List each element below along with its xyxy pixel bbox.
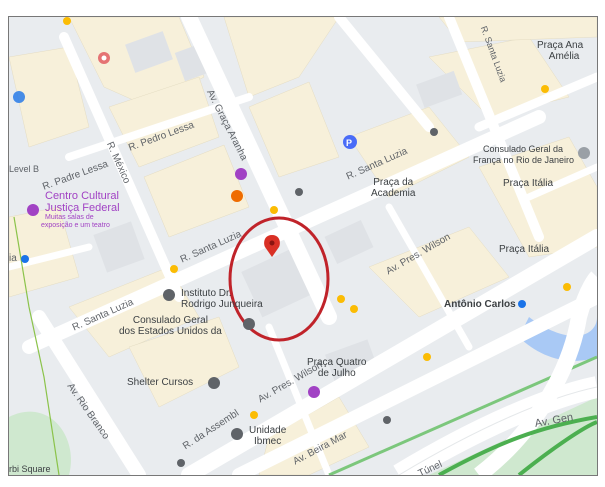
bus-stop-icon <box>518 300 526 308</box>
place-antonio-carlos[interactable]: Antônio Carlos <box>444 299 516 310</box>
label-edge-ia: ia <box>9 253 17 264</box>
stop-icon-3 <box>337 295 345 303</box>
place-praca-italia-1[interactable]: Praça Itália <box>503 178 553 189</box>
place-ibmec-line2: Ibmec <box>254 436 282 447</box>
place-ibmec-line1: Unidade <box>249 425 287 436</box>
transit-icon <box>13 91 25 103</box>
place-consulado-franca-line2: França no Rio de Janeiro <box>473 155 575 165</box>
place-praca-da-academia-line1: Praça da <box>373 177 414 188</box>
place-consulado-eua[interactable]: Consulado Geral dos Estados Unidos da <box>119 315 222 337</box>
place-instituto-line2: Rodrigo Junqueira <box>181 299 263 310</box>
stop-icon-11 <box>430 128 438 136</box>
school-icon <box>208 377 220 389</box>
place-praca-ana-amelia-line1: Praça Ana <box>537 40 584 51</box>
place-praca-quatro-line1: Praça Quatro <box>307 357 367 368</box>
place-praca-da-academia[interactable]: Praça da Academia <box>371 177 415 199</box>
place-consulado-eua-line1: Consulado Geral <box>132 315 208 326</box>
stop-icon-7 <box>250 411 258 419</box>
theater-icon <box>235 168 247 180</box>
stop-icon-9 <box>63 17 71 25</box>
university-icon <box>231 428 243 440</box>
svg-text:P: P <box>346 138 352 148</box>
stop-icon-4 <box>350 305 358 313</box>
place-praca-ana-amelia-line2: Amélia <box>548 51 580 62</box>
consulate-icon <box>578 147 590 159</box>
stop-icon-6 <box>423 353 431 361</box>
place-instituto[interactable]: Instituto Dr. Rodrigo Junqueira <box>181 288 263 310</box>
place-centro-cultural-line2: Justiça Federal <box>45 202 120 214</box>
place-praca-quatro-de-julho[interactable]: Praça Quatro de Julho <box>307 357 366 379</box>
place-bottom-left[interactable]: rbi Square <box>9 464 51 475</box>
place-consulado-franca[interactable]: Consulado Geral da França no Rio de Jane… <box>473 144 574 166</box>
stop-icon-10 <box>295 188 303 196</box>
place-centro-cultural-desc2: exposição e um teatro <box>41 222 110 229</box>
label-level-b: Level B <box>9 164 40 174</box>
place-centro-cultural-line1: Centro Cultural <box>45 190 119 202</box>
bus-stop-left-icon <box>21 255 29 263</box>
place-praca-quatro-line2: de Julho <box>317 368 356 379</box>
place-shelter-cursos[interactable]: Shelter Cursos <box>127 377 193 388</box>
stop-icon-12 <box>383 416 391 424</box>
place-unidade-ibmec[interactable]: Unidade Ibmec <box>249 425 286 447</box>
place-consulado-eua-line2: dos Estados Unidos da <box>119 326 222 337</box>
place-praca-ana-amelia[interactable]: Praça Ana Amélia <box>537 40 583 62</box>
place-centro-cultural-desc1: Muitas salas de <box>45 214 94 221</box>
stop-icon-2 <box>270 206 278 214</box>
consulate-us-icon <box>243 318 255 330</box>
stop-icon-5 <box>170 265 178 273</box>
stop-icon-1 <box>541 85 549 93</box>
place-praca-da-academia-line2: Academia <box>371 188 416 199</box>
place-centro-cultural[interactable]: Centro Cultural Justiça Federal Muitas s… <box>41 190 120 230</box>
stop-icon-8 <box>563 283 571 291</box>
plaza-icon <box>308 386 320 398</box>
place-instituto-line1: Instituto Dr. <box>181 288 232 299</box>
stop-icon-13 <box>177 459 185 467</box>
institute-icon <box>163 289 175 301</box>
map-frame[interactable]: P Av. Graça Aranha R. Pedro Lessa R. Méx… <box>8 16 598 476</box>
place-praca-italia-2[interactable]: Praça Itália <box>499 244 549 255</box>
food-icon <box>231 190 243 202</box>
museum-icon <box>27 204 39 216</box>
place-consulado-franca-line1: Consulado Geral da <box>483 144 564 154</box>
